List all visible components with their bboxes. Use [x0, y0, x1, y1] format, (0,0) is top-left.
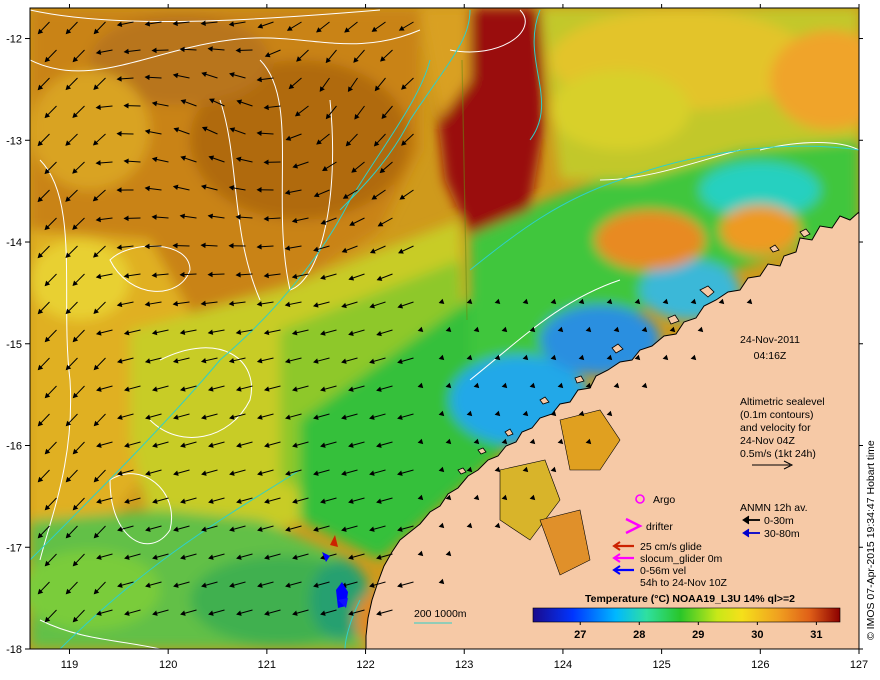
glider-legend-label: 25 cm/s glide	[640, 541, 702, 553]
y-tick-label: -12	[6, 34, 22, 46]
map-time: 04:16Z	[754, 350, 787, 362]
x-tick-label: 121	[258, 659, 276, 671]
colorbar	[532, 607, 841, 623]
anmn-legend-label: 0-30m	[764, 515, 794, 527]
anmn-legend-label: 30-80m	[764, 528, 800, 540]
altimetry-line-4: 24-Nov 04Z	[740, 435, 795, 447]
sst-map: 119 120 121 122 123 124 125 126 127 -12 -13 -14 -15…	[6, 4, 877, 671]
colorbar-tick-label: 30	[751, 629, 763, 641]
y-tick-label: -13	[6, 135, 22, 147]
y-tick-label: -18	[6, 644, 22, 656]
argo-label: Argo	[653, 494, 675, 506]
altimetry-line-5: 0.5m/s (1kt 24h)	[740, 448, 816, 460]
y-tick-label: -17	[6, 542, 22, 554]
y-tick-label: -15	[6, 339, 22, 351]
x-tick-label: 126	[751, 659, 769, 671]
colorbar-tick-label: 27	[574, 629, 586, 641]
y-tick-label: -14	[6, 237, 22, 249]
glider-legend-label: 0-56m vel	[640, 565, 686, 577]
x-tick-label: 123	[455, 659, 473, 671]
map-date: 24-Nov-2011	[740, 334, 800, 346]
y-tick-label: -16	[6, 441, 22, 453]
anmn-title: ANMN 12h av.	[740, 502, 808, 514]
glider-legend-label: slocum_glider 0m	[640, 553, 723, 565]
altimetry-line-3: and velocity for	[740, 422, 811, 434]
colorbar-title: Temperature (°C) NOAA19_L3U 14% ql>=2	[585, 593, 795, 605]
x-tick-label: 119	[61, 659, 79, 671]
isobath-label: 200 1000m	[414, 608, 467, 620]
altimetry-line-2: (0.1m contours)	[740, 409, 814, 421]
glider-legend-label: 54h to 24-Nov 10Z	[640, 577, 728, 589]
x-tick-label: 122	[356, 659, 374, 671]
altimetry-line-1: Altimetric sealevel	[740, 396, 825, 408]
credit-text: © IMOS 07-Apr-2015 19:34:47 Hobart time	[865, 440, 877, 640]
colorbar-tick-label: 29	[692, 629, 704, 641]
colorbar-tick-label: 31	[810, 629, 822, 641]
x-tick-label: 127	[850, 659, 868, 671]
x-tick-label: 124	[554, 659, 572, 671]
colorbar-tick-label: 28	[633, 629, 645, 641]
drifter-label: drifter	[646, 521, 673, 533]
x-tick-label: 125	[652, 659, 670, 671]
x-tick-label: 120	[159, 659, 177, 671]
